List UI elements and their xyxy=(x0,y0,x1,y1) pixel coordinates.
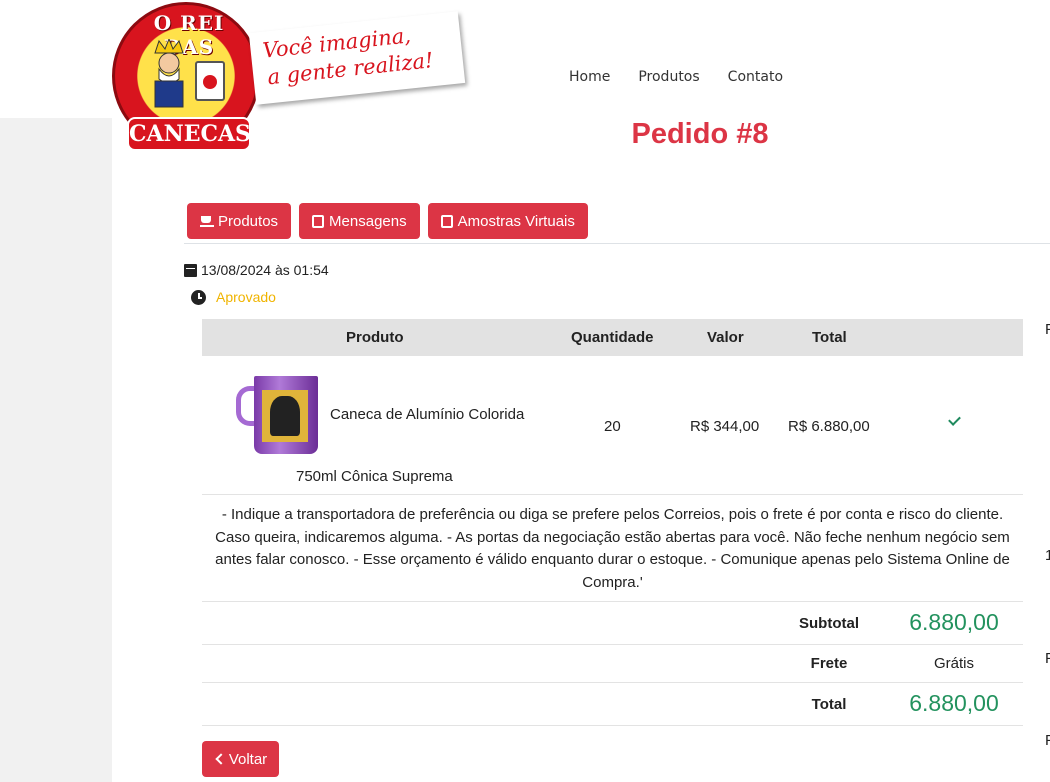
shipping-value: Grátis xyxy=(933,655,974,672)
main-nav: Home Produtos Contato xyxy=(569,69,783,85)
tabs-divider xyxy=(184,243,1050,244)
chevron-left-icon xyxy=(215,753,227,765)
tab-products[interactable]: Produtos xyxy=(187,203,292,239)
clock-icon xyxy=(191,289,206,305)
shipping-label: Frete xyxy=(810,655,848,672)
order-note: - Indique a transportadora de preferênci… xyxy=(215,506,1010,591)
calendar-icon xyxy=(184,263,197,277)
clipped-edge-glyph: 1 xyxy=(1045,547,1050,564)
mug-body xyxy=(254,376,318,454)
product-quantity: 20 xyxy=(604,418,621,435)
total-row: Total 6.880,00 xyxy=(202,683,1023,726)
clipped-edge-glyph: F xyxy=(1045,732,1050,749)
note-icon xyxy=(312,214,325,228)
back-button[interactable]: Voltar xyxy=(202,741,279,777)
order-note-row: - Indique a transportadora de preferênci… xyxy=(202,495,1023,602)
total-value: 6.880,00 xyxy=(909,690,999,716)
product-image[interactable] xyxy=(232,370,324,458)
note-icon xyxy=(440,214,453,228)
product-variant: 750ml Cônica Suprema xyxy=(296,468,453,485)
column-quantity: Quantidade xyxy=(571,329,654,346)
tab-products-label: Produtos xyxy=(218,212,279,230)
product-name: Caneca de Alumínio Colorida xyxy=(330,406,525,423)
status-badge: Aprovado xyxy=(216,289,276,305)
subtotal-value: 6.880,00 xyxy=(909,609,999,635)
nav-home-link[interactable]: Home xyxy=(569,69,610,85)
mug-artwork xyxy=(270,396,300,436)
order-tabs: Produtos Mensagens Amostras Virtuais xyxy=(187,203,588,239)
logo-emblem: O REI DAS CANECAS xyxy=(112,2,260,151)
tab-messages-label: Mensagens xyxy=(329,212,407,230)
table-header: Produto Quantidade Valor Total xyxy=(202,319,1023,356)
table-row: Caneca de Alumínio Colorida 750ml Cônica… xyxy=(202,356,1023,495)
order-date-text: 13/08/2024 às 01:54 xyxy=(201,262,329,278)
column-product: Produto xyxy=(346,329,404,346)
page-title: Pedido #8 xyxy=(631,118,769,150)
logo-tagline-banner: Você imagina, a gente realiza! xyxy=(248,11,466,105)
king-illustration-icon xyxy=(154,39,184,108)
nav-products-link[interactable]: Produtos xyxy=(638,69,699,85)
product-value: R$ 344,00 xyxy=(690,418,760,435)
nav-contact-link[interactable]: Contato xyxy=(728,69,783,85)
order-date: 13/08/2024 às 01:54 xyxy=(184,262,329,278)
logo-mug-icon xyxy=(195,61,225,101)
clipped-edge-glyph: F xyxy=(1045,650,1050,667)
order-status: Aprovado xyxy=(191,289,276,305)
subtotal-row: Subtotal 6.880,00 xyxy=(202,602,1023,645)
brand-logo[interactable]: O REI DAS CANECAS Você imagina, a gente … xyxy=(112,0,482,152)
logo-tagline: Você imagina, a gente realiza! xyxy=(261,20,434,91)
page-background-panel xyxy=(0,118,112,782)
back-button-label: Voltar xyxy=(228,750,268,768)
tab-virtual-samples-label: Amostras Virtuais xyxy=(457,212,575,230)
logo-text-bottom: CANECAS xyxy=(127,117,251,151)
total-label: Total xyxy=(811,696,847,713)
clipped-edge-glyph: F xyxy=(1045,321,1050,338)
shipping-row: Frete Grátis xyxy=(202,645,1023,683)
column-total: Total xyxy=(812,329,847,346)
logo-text-top: O REI DAS xyxy=(153,11,225,59)
cup-icon xyxy=(200,214,215,228)
tab-virtual-samples[interactable]: Amostras Virtuais xyxy=(427,203,588,239)
tab-messages[interactable]: Mensagens xyxy=(299,203,420,239)
subtotal-label: Subtotal xyxy=(799,615,859,632)
product-total: R$ 6.880,00 xyxy=(788,418,870,435)
check-icon xyxy=(946,416,960,426)
column-value: Valor xyxy=(707,329,744,346)
